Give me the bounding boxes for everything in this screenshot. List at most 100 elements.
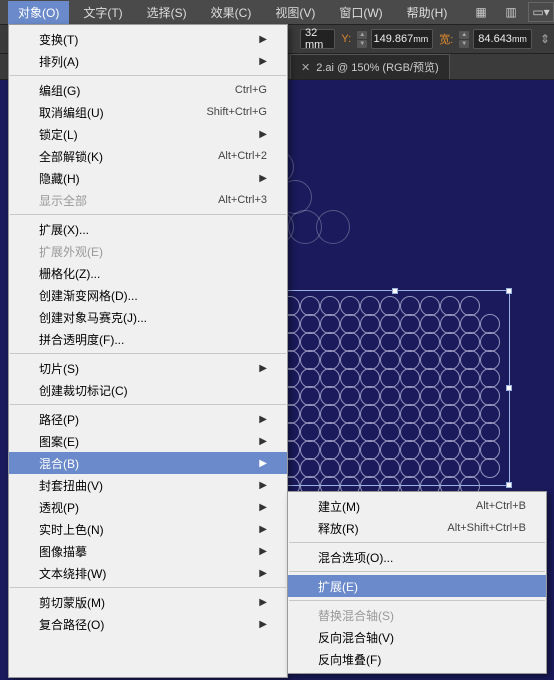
menu-shortcut: Alt+Ctrl+2: [218, 150, 267, 162]
selection-handle[interactable]: [506, 385, 512, 391]
menu-item-label: 图像描摹: [39, 543, 259, 560]
w-label: 宽:: [439, 31, 453, 47]
menu-object[interactable]: 对象(O): [8, 1, 69, 24]
menu-item-label: 扩展外观(E): [39, 243, 267, 260]
grid-icon[interactable]: ▦: [468, 2, 494, 22]
menu-item[interactable]: 剪切蒙版(M)▶: [9, 591, 287, 613]
selection-handle[interactable]: [392, 288, 398, 294]
menu-separator: [10, 75, 286, 76]
menu-item[interactable]: 文本绕排(W)▶: [9, 562, 287, 584]
menu-item: 替换混合轴(S): [288, 604, 546, 626]
menu-item[interactable]: 锁定(L)▶: [9, 123, 287, 145]
menu-item[interactable]: 切片(S)▶: [9, 357, 287, 379]
menu-item[interactable]: 实时上色(N)▶: [9, 518, 287, 540]
menu-item-label: 排列(A): [39, 53, 259, 70]
menu-item[interactable]: 透视(P)▶: [9, 496, 287, 518]
menu-item-label: 栅格化(Z)...: [39, 265, 267, 282]
submenu-arrow-icon: ▶: [259, 568, 267, 579]
menu-item-label: 全部解锁(K): [39, 148, 218, 165]
menu-shortcut: Ctrl+G: [235, 84, 267, 96]
menu-item[interactable]: 扩展(X)...: [9, 218, 287, 240]
menu-item[interactable]: 隐藏(H)▶: [9, 167, 287, 189]
menu-item-label: 创建裁切标记(C): [39, 382, 267, 399]
menu-item-label: 隐藏(H): [39, 170, 259, 187]
menu-item[interactable]: 排列(A)▶: [9, 50, 287, 72]
menu-item-label: 取消编组(U): [39, 104, 206, 121]
menu-help[interactable]: 帮助(H): [397, 1, 458, 24]
menu-item[interactable]: 释放(R)Alt+Shift+Ctrl+B: [288, 517, 546, 539]
menu-view[interactable]: 视图(V): [265, 1, 325, 24]
menu-item[interactable]: 编组(G)Ctrl+G: [9, 79, 287, 101]
close-tab-icon[interactable]: ✕: [301, 61, 310, 74]
menu-item[interactable]: 图案(E)▶: [9, 430, 287, 452]
menu-item[interactable]: 封套扭曲(V)▶: [9, 474, 287, 496]
submenu-arrow-icon: ▶: [259, 597, 267, 608]
document-tab[interactable]: ✕ 2.ai @ 150% (RGB/预览): [290, 54, 450, 79]
submenu-arrow-icon: ▶: [259, 619, 267, 630]
menu-separator: [289, 600, 545, 601]
menu-item[interactable]: 建立(M)Alt+Ctrl+B: [288, 495, 546, 517]
submenu-arrow-icon: ▶: [259, 524, 267, 535]
menu-item[interactable]: 混合(B)▶: [9, 452, 287, 474]
menu-item[interactable]: 创建裁切标记(C): [9, 379, 287, 401]
menu-item[interactable]: 复合路径(O)▶: [9, 613, 287, 635]
menu-item-label: 透视(P): [39, 499, 259, 516]
menu-item[interactable]: 图像描摹▶: [9, 540, 287, 562]
menu-window[interactable]: 窗口(W): [329, 1, 392, 24]
menu-item-label: 变换(T): [39, 31, 259, 48]
menu-item-label: 路径(P): [39, 411, 259, 428]
y-field[interactable]: 149.867 mm: [371, 29, 433, 49]
menu-item-label: 混合选项(O)...: [318, 549, 526, 566]
menu-item[interactable]: 路径(P)▶: [9, 408, 287, 430]
menu-type[interactable]: 文字(T): [73, 1, 132, 24]
submenu-arrow-icon: ▶: [259, 480, 267, 491]
arrange-dropdown-icon[interactable]: ▭▾: [528, 2, 554, 22]
menu-item[interactable]: 反向堆叠(F): [288, 648, 546, 670]
menu-item[interactable]: 创建对象马赛克(J)...: [9, 306, 287, 328]
menu-shortcut: Alt+Ctrl+B: [476, 500, 526, 512]
w-field[interactable]: 84.643 mm: [473, 29, 532, 49]
menu-separator: [10, 587, 286, 588]
submenu-arrow-icon: ▶: [259, 34, 267, 45]
menu-item-label: 替换混合轴(S): [318, 607, 526, 624]
menu-item-label: 扩展(E): [318, 578, 526, 595]
panel-icon[interactable]: ▥: [498, 2, 524, 22]
menu-item[interactable]: 创建渐变网格(D)...: [9, 284, 287, 306]
menu-item[interactable]: 拼合透明度(F)...: [9, 328, 287, 350]
y-label: Y:: [341, 33, 351, 45]
w-spinner[interactable]: ▲▼: [459, 31, 469, 48]
submenu-arrow-icon: ▶: [259, 56, 267, 67]
menu-item-label: 拼合透明度(F)...: [39, 331, 267, 348]
selection-handle[interactable]: [506, 288, 512, 294]
tab-title: 2.ai @ 150% (RGB/预览): [316, 59, 438, 75]
menu-item: 扩展外观(E): [9, 240, 287, 262]
blend-submenu-dropdown: 建立(M)Alt+Ctrl+B释放(R)Alt+Shift+Ctrl+B 混合选项…: [287, 491, 547, 674]
menu-item[interactable]: 反向混合轴(V): [288, 626, 546, 648]
menu-separator: [289, 571, 545, 572]
menu-item[interactable]: 变换(T)▶: [9, 28, 287, 50]
menu-item-label: 创建对象马赛克(J)...: [39, 309, 267, 326]
menu-item[interactable]: 取消编组(U)Shift+Ctrl+G: [9, 101, 287, 123]
link-icon[interactable]: ⇕: [540, 32, 550, 46]
menu-select[interactable]: 选择(S): [137, 1, 197, 24]
x-field[interactable]: 32 mm: [300, 29, 335, 49]
menu-shortcut: Shift+Ctrl+G: [206, 106, 267, 118]
menu-separator: [289, 542, 545, 543]
menu-shortcut: Alt+Shift+Ctrl+B: [447, 522, 526, 534]
menu-item-label: 反向堆叠(F): [318, 651, 526, 668]
menu-effect[interactable]: 效果(C): [201, 1, 262, 24]
submenu-arrow-icon: ▶: [259, 458, 267, 469]
selection-handle[interactable]: [506, 482, 512, 488]
menu-item-label: 剪切蒙版(M): [39, 594, 259, 611]
menu-item[interactable]: 扩展(E): [288, 575, 546, 597]
menu-item[interactable]: 全部解锁(K)Alt+Ctrl+2: [9, 145, 287, 167]
menubar: 对象(O) 文字(T) 选择(S) 效果(C) 视图(V) 窗口(W) 帮助(H…: [0, 0, 554, 24]
y-spinner[interactable]: ▲▼: [357, 31, 367, 48]
menu-item[interactable]: 混合选项(O)...: [288, 546, 546, 568]
menu-separator: [10, 353, 286, 354]
menu-item-label: 实时上色(N): [39, 521, 259, 538]
selection-bounds: [280, 290, 510, 486]
submenu-arrow-icon: ▶: [259, 502, 267, 513]
menu-separator: [10, 404, 286, 405]
menu-item[interactable]: 栅格化(Z)...: [9, 262, 287, 284]
